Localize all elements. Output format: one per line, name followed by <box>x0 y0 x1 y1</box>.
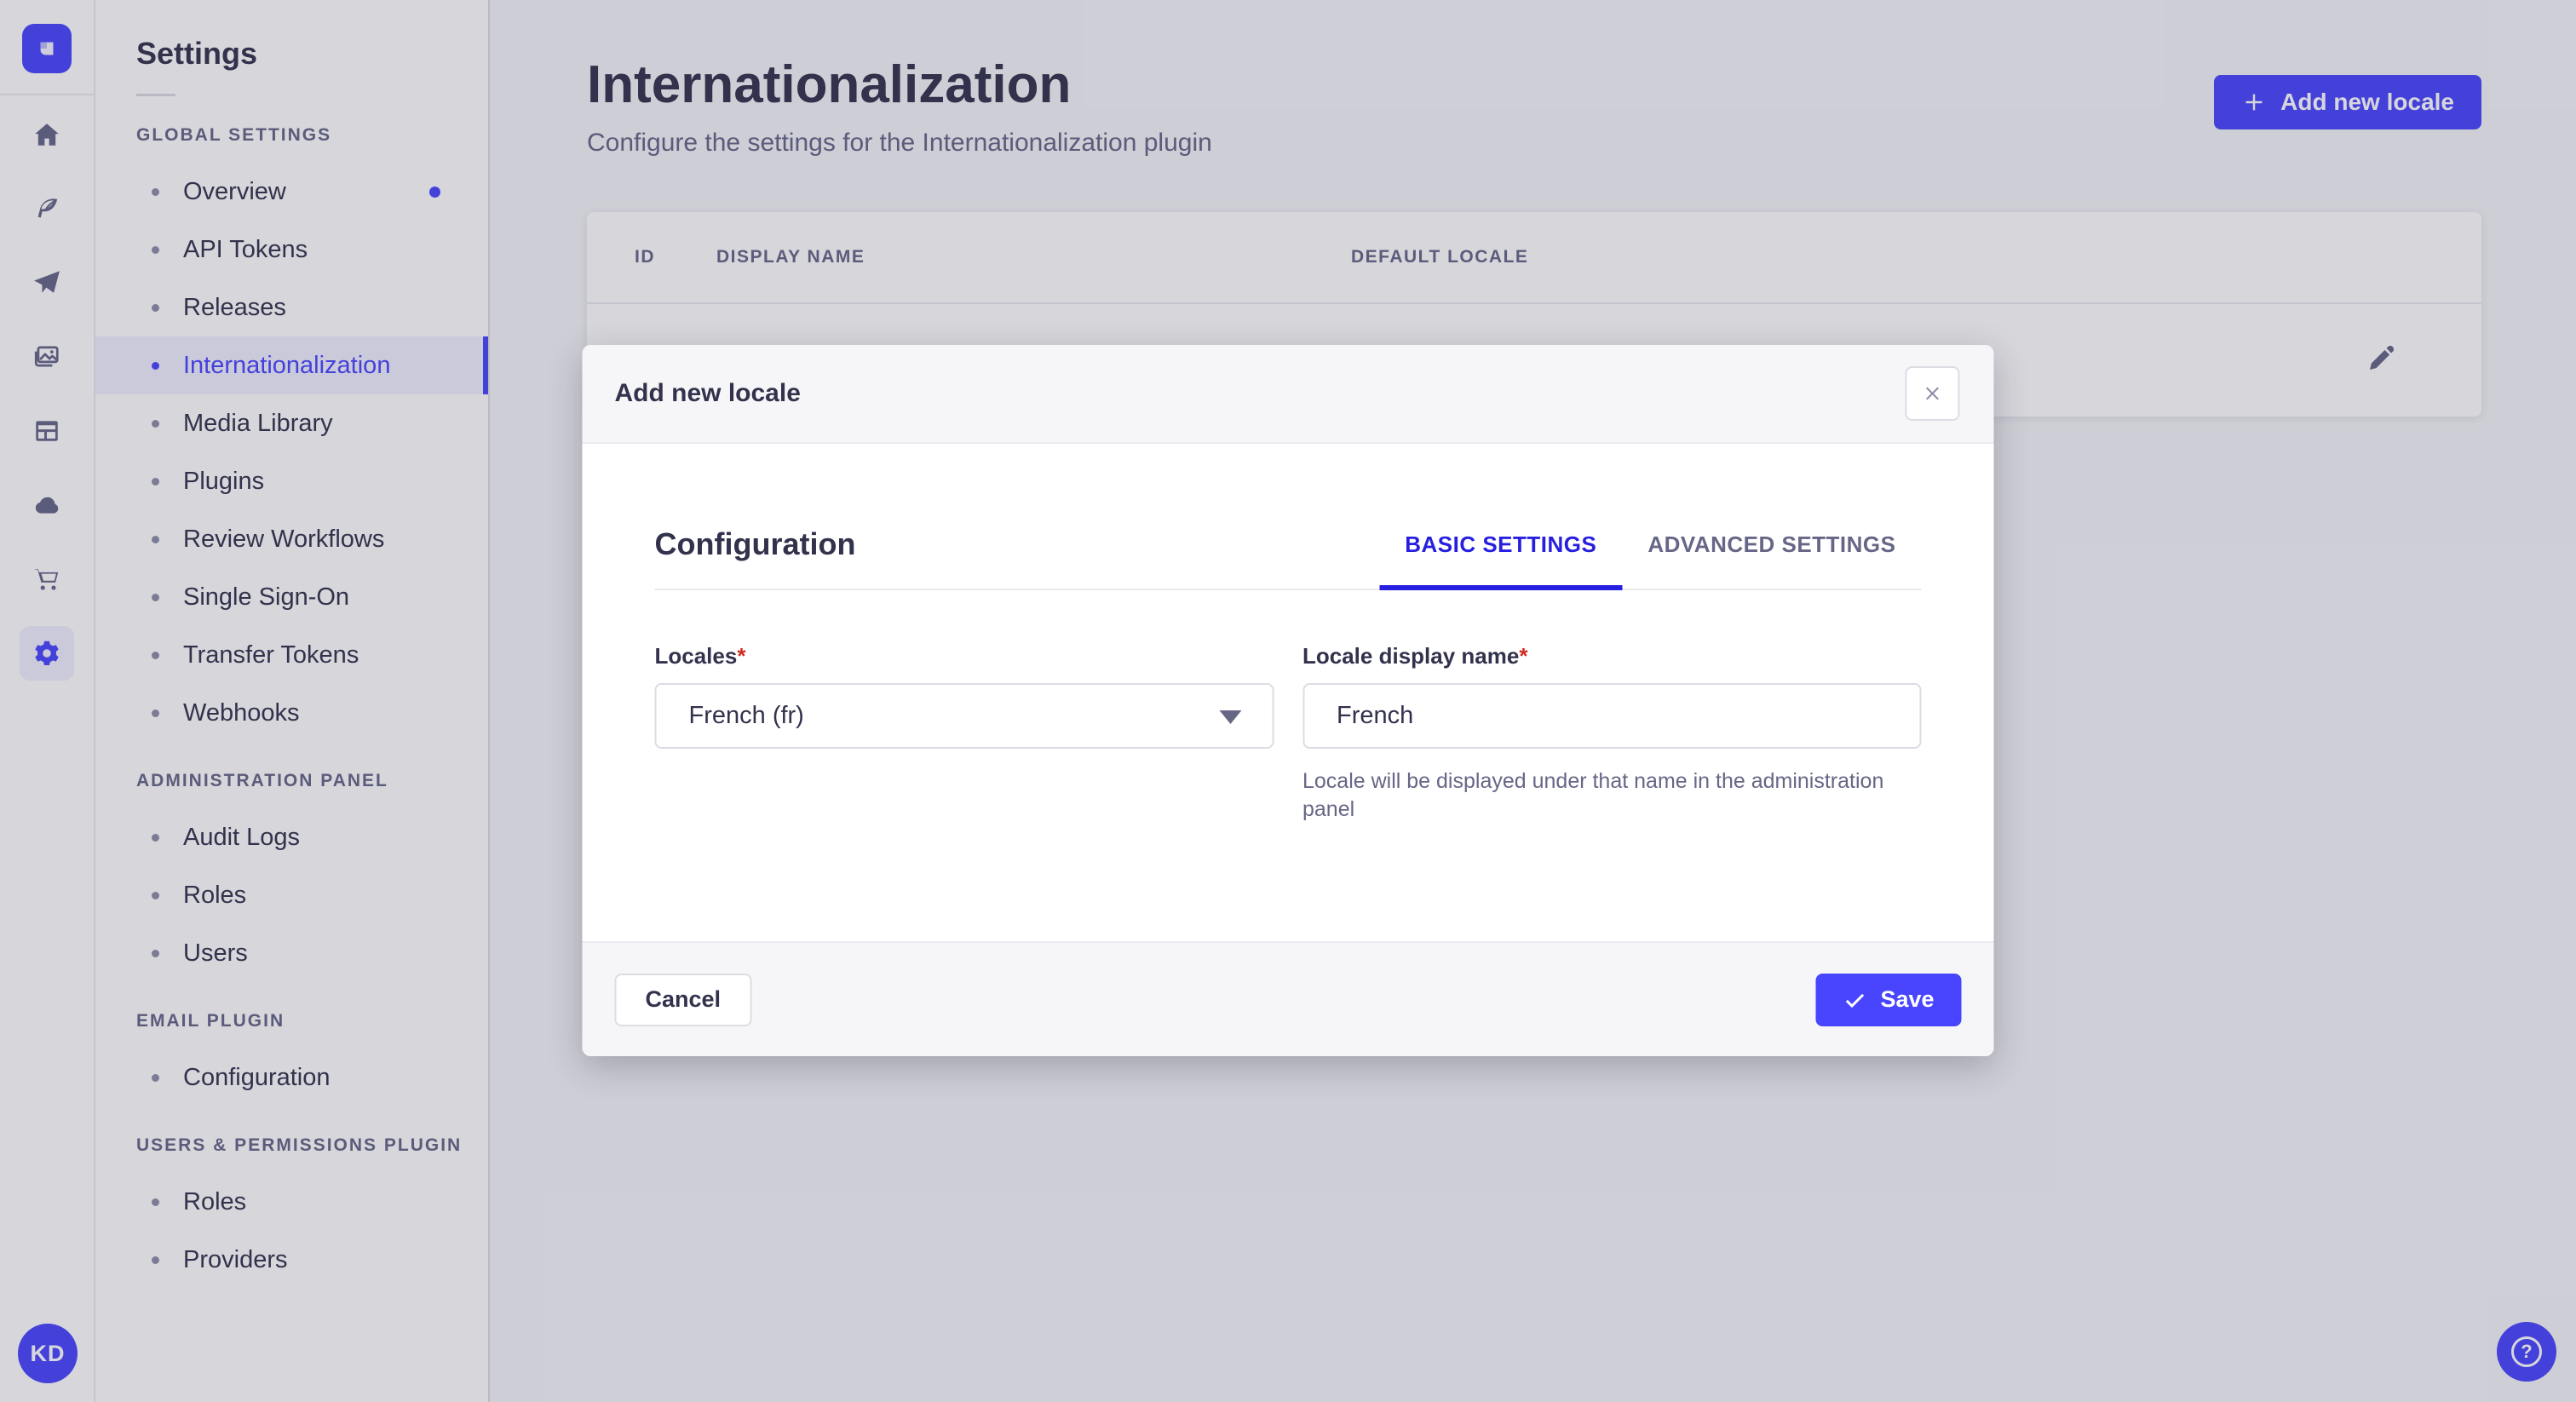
modal-body: Configuration BASIC SETTINGS ADVANCED SE… <box>582 444 1994 941</box>
check-icon <box>1845 993 1865 1008</box>
display-name-field: Locale display name* Locale will be disp… <box>1302 643 1922 824</box>
configuration-header: Configuration BASIC SETTINGS ADVANCED SE… <box>654 526 1922 590</box>
modal-header: Add new locale <box>582 345 1994 444</box>
locales-field: Locales* French (fr) <box>654 643 1274 824</box>
configuration-title: Configuration <box>654 526 856 561</box>
modal-title: Add new locale <box>614 379 801 407</box>
required-asterisk: * <box>1519 643 1528 669</box>
modal-footer: Cancel Save <box>582 941 1994 1056</box>
tab-basic-settings[interactable]: BASIC SETTINGS <box>1379 526 1623 590</box>
save-button[interactable]: Save <box>1815 973 1962 1026</box>
display-name-hint: Locale will be displayed under that name… <box>1302 769 1884 821</box>
required-asterisk: * <box>737 643 746 669</box>
cancel-button[interactable]: Cancel <box>614 973 752 1026</box>
close-button[interactable] <box>1905 366 1960 421</box>
tab-list: BASIC SETTINGS ADVANCED SETTINGS <box>1379 526 1921 590</box>
add-locale-modal: Add new locale Configuration BASIC SETTI… <box>582 345 1994 1056</box>
close-icon <box>1926 387 1939 400</box>
display-name-label: Locale display name* <box>1302 643 1528 669</box>
display-name-input[interactable] <box>1302 683 1922 749</box>
form-fields: Locales* French (fr) Locale display name… <box>654 643 1922 824</box>
tab-advanced-settings[interactable]: ADVANCED SETTINGS <box>1622 526 1921 563</box>
locales-select[interactable]: French (fr) <box>654 683 1274 749</box>
chevron-down-icon <box>1219 710 1241 724</box>
locales-label: Locales* <box>654 643 746 669</box>
